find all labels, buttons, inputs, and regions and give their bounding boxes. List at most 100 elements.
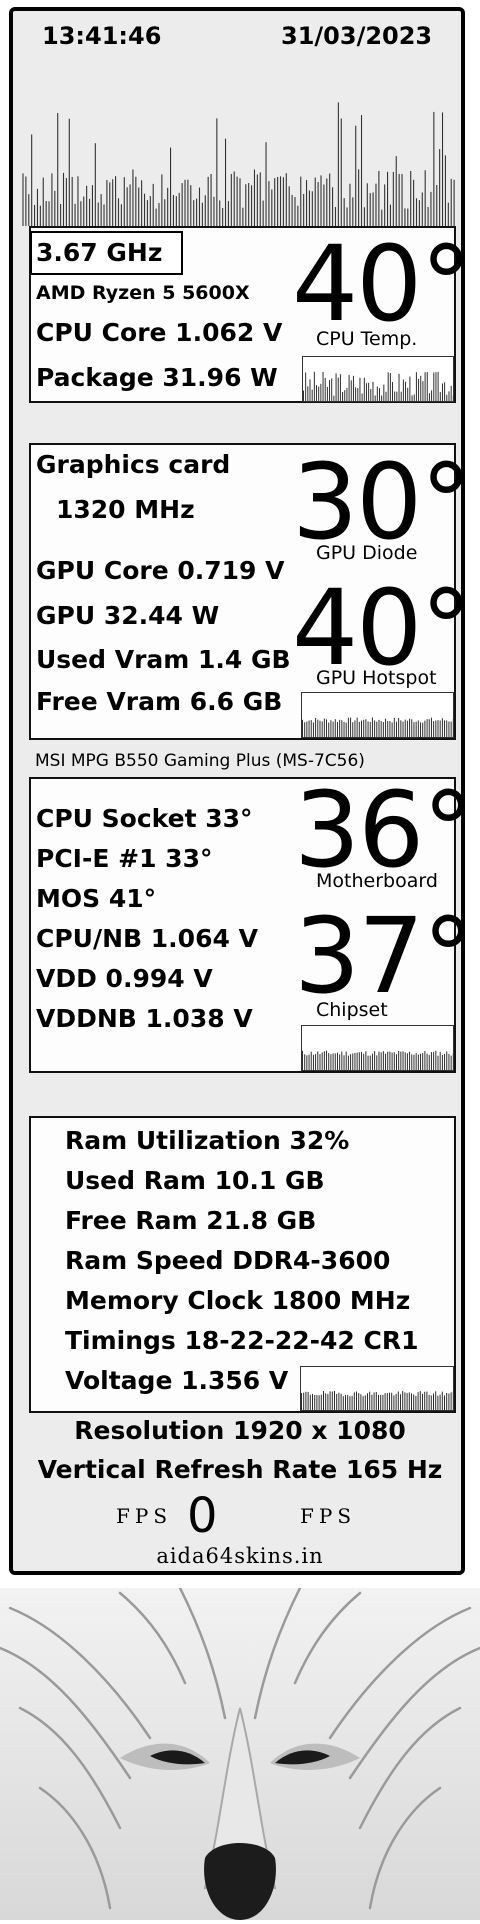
- cpu-temp-value: 40°: [292, 223, 472, 345]
- motherboard-name: MSI MPG B550 Gaming Plus (MS-7C56): [35, 751, 365, 771]
- graph-bar: [411, 719, 413, 737]
- cpu-temp-graph: [302, 356, 454, 402]
- cpu-package-power: Package 31.96 W: [36, 363, 278, 392]
- graph-bar: [374, 720, 376, 737]
- graph-bar: [316, 1395, 318, 1410]
- graph-bar: [424, 1391, 426, 1410]
- graph-bar: [382, 722, 384, 737]
- graph-bar: [402, 1051, 404, 1070]
- graph-bar: [326, 1050, 328, 1070]
- cpu-temp-label: CPU Temp.: [316, 328, 418, 350]
- graph-bar: [343, 1055, 345, 1070]
- graph-bar: [426, 1053, 428, 1070]
- graph-bar: [452, 1391, 453, 1410]
- graph-bar: [376, 1055, 378, 1070]
- graph-bar: [394, 391, 396, 401]
- graph-bar: [411, 395, 413, 401]
- graph-bar: [367, 1055, 369, 1070]
- graph-bar: [354, 1052, 356, 1070]
- cpu-temp-graph-svg: [303, 371, 453, 401]
- graph-bar: [391, 1392, 393, 1410]
- graph-bar: [343, 721, 345, 737]
- graph-bar: [400, 720, 402, 737]
- graph-bar: [400, 1051, 402, 1070]
- gpu-clock: 1320 MHz: [56, 495, 195, 524]
- graph-bar: [321, 1052, 323, 1070]
- graph-bar: [430, 717, 432, 737]
- graph-bar: [325, 1393, 327, 1410]
- graph-bar: [417, 1054, 419, 1070]
- graph-bar: [354, 720, 356, 737]
- graph-bar: [415, 721, 417, 737]
- graph-bar: [349, 1396, 351, 1410]
- graph-bar: [444, 720, 446, 737]
- graph-bar: [315, 1054, 317, 1070]
- graph-bar: [418, 378, 420, 401]
- graph-bar: [441, 1391, 443, 1410]
- graph-bar: [363, 377, 365, 401]
- graph-bar: [387, 1051, 389, 1070]
- graph-bar: [369, 721, 371, 737]
- graph-bar: [433, 1393, 434, 1410]
- mb-vddnb: VDDNB 1.038 V: [36, 1004, 253, 1033]
- graph-bar: [323, 1391, 324, 1410]
- graph-bar: [433, 372, 435, 401]
- mb-cpu-nb: CPU/NB 1.064 V: [36, 924, 258, 953]
- graph-bar: [384, 1393, 386, 1410]
- graph-bar: [392, 382, 394, 401]
- graph-bar: [383, 384, 385, 401]
- ram-used: Used Ram 10.1 GB: [65, 1166, 325, 1195]
- graph-bar: [428, 393, 430, 401]
- graph-bar: [422, 381, 424, 401]
- graph-bar: [350, 717, 352, 737]
- motherboard-temp-value: 36°: [294, 769, 474, 891]
- graph-bar: [347, 717, 349, 737]
- graph-bar: [338, 1392, 340, 1410]
- graph-bar: [439, 1394, 441, 1410]
- gpu-diode-value: 30°: [292, 441, 472, 563]
- graph-bar: [331, 1391, 333, 1410]
- graph-bar: [302, 1050, 303, 1070]
- graph-bar: [304, 722, 306, 737]
- graph-bar: [411, 1054, 413, 1070]
- graph-bar: [308, 1054, 310, 1070]
- graph-bar: [396, 391, 398, 401]
- graph-bar: [371, 1053, 373, 1070]
- graph-bar: [362, 1396, 364, 1410]
- graph-bar: [317, 1051, 319, 1070]
- graph-bar: [303, 1392, 305, 1410]
- graph-bar: [305, 1391, 307, 1410]
- graph-bar: [448, 1393, 450, 1410]
- activity-graph-svg: [22, 102, 455, 226]
- graph-bar: [302, 719, 303, 737]
- graph-bar: [426, 1391, 428, 1410]
- graph-bar: [306, 1055, 308, 1070]
- graph-bar: [306, 721, 308, 737]
- graph-bar: [363, 719, 365, 737]
- graph-bar: [404, 1392, 406, 1410]
- graph-bar: [342, 392, 344, 401]
- site-watermark: aida64skins.in: [156, 1544, 324, 1568]
- graph-bar: [413, 722, 415, 737]
- graph-bar: [446, 720, 448, 737]
- graph-bar: [314, 1395, 316, 1410]
- graph-bar: [311, 389, 313, 401]
- graph-bar: [424, 720, 426, 737]
- graph-bar: [369, 1391, 371, 1410]
- graph-bar: [387, 372, 389, 401]
- graph-bar: [334, 719, 336, 737]
- graph-bar: [328, 722, 330, 737]
- mb-pcie: PCI-E #1 33°: [36, 844, 213, 873]
- graph-bar: [439, 1051, 441, 1070]
- graph-bar: [378, 1051, 380, 1070]
- graph-bar: [361, 720, 362, 737]
- graph-bar: [361, 393, 363, 401]
- graph-bar: [406, 1392, 408, 1410]
- graph-bar: [365, 719, 367, 737]
- mb-vdd: VDD 0.994 V: [36, 964, 213, 993]
- graph-bar: [307, 1391, 309, 1410]
- graph-bar: [345, 1051, 347, 1070]
- graph-bar: [339, 1054, 341, 1070]
- gpu-hotspot-label: GPU Hotspot: [316, 667, 437, 689]
- graph-bar: [439, 392, 441, 401]
